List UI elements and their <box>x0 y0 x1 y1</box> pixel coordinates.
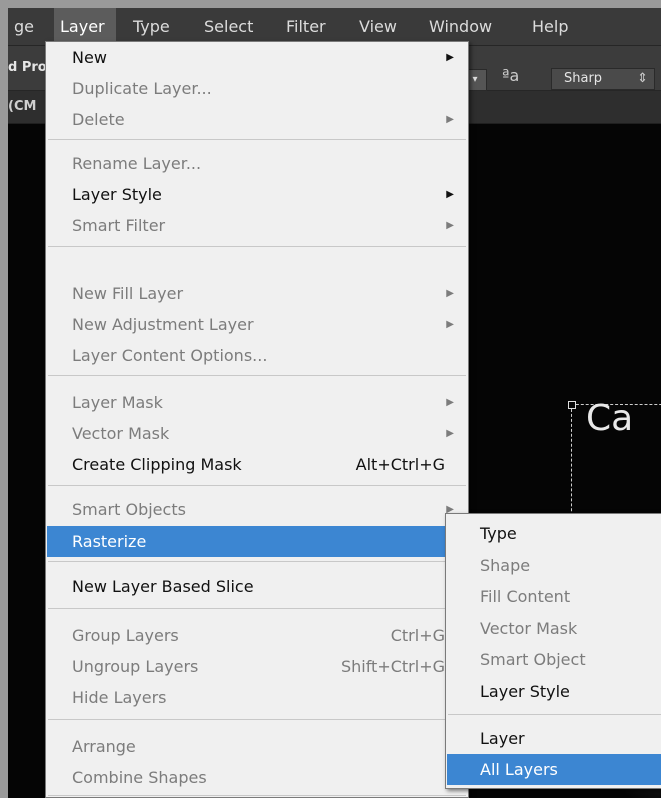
bounding-box-handle[interactable] <box>568 401 576 409</box>
antialias-select[interactable]: Sharp ⇕ <box>551 68 655 90</box>
menu-item-new[interactable]: New ▶ <box>47 42 467 73</box>
menu-separator <box>48 561 466 562</box>
submenu-arrow-icon: ▶ <box>446 189 454 200</box>
menu-item-label: Layer Mask <box>72 393 163 412</box>
menu-item-hide-layers[interactable]: Hide Layers <box>47 682 467 713</box>
menu-item-label: Group Layers <box>72 626 179 645</box>
menu-item-duplicate-layer[interactable]: Duplicate Layer... <box>47 73 467 104</box>
rasterize-submenu: Type Shape Fill Content Vector Mask Smar… <box>445 513 661 789</box>
menu-item-label: New Layer Based Slice <box>72 577 254 596</box>
menu-item-arrange[interactable]: Arrange▶ <box>47 731 467 762</box>
menu-separator <box>48 246 466 247</box>
menu-item-group-layers[interactable]: Group Layers Ctrl+G <box>47 620 467 651</box>
menu-item-label: New Adjustment Layer <box>72 315 254 334</box>
menu-item-label: Delete <box>72 110 125 129</box>
menu-item-label: Shape <box>480 556 531 575</box>
menu-item-label: Layer Content Options... <box>72 346 268 365</box>
menu-item-new-layer-based-slice[interactable]: New Layer Based Slice <box>47 571 467 602</box>
submenu-arrow-icon: ▶ <box>446 319 454 330</box>
menu-separator <box>48 719 466 720</box>
photoshop-window: ge Layer Type Select Filter View Window … <box>8 8 661 798</box>
font-family-field[interactable]: d Pro <box>8 60 47 75</box>
menu-item-label: All Layers <box>480 760 558 779</box>
menu-item-smart-objects[interactable]: Smart Objects ▶ <box>47 494 467 525</box>
menu-item-label: New Fill Layer <box>72 284 184 303</box>
menu-item-label: Rasterize <box>72 532 147 551</box>
menu-item-label: Type <box>480 524 517 543</box>
menu-type[interactable]: Type <box>127 8 189 45</box>
submenu-arrow-icon: ▶ <box>446 114 454 125</box>
submenu-item-layer[interactable]: Layer <box>447 723 661 754</box>
submenu-item-vector-mask[interactable]: Vector Mask <box>447 613 661 644</box>
menu-separator <box>448 714 661 715</box>
menu-item-new-fill-layer[interactable]: New Fill Layer ▶ <box>47 278 467 309</box>
canvas-text: Ca <box>586 398 634 439</box>
menu-help[interactable]: Help <box>526 8 586 45</box>
submenu-item-shape[interactable]: Shape <box>447 550 661 581</box>
menu-layer[interactable]: Layer <box>54 8 116 45</box>
menu-item-smart-filter[interactable]: Smart Filter ▶ <box>47 210 467 241</box>
menu-item-label: Smart Filter <box>72 216 166 235</box>
stepper-icon: ⇕ <box>637 71 648 86</box>
menu-item-label: Fill Content <box>480 587 571 606</box>
menu-window[interactable]: Window <box>423 8 513 45</box>
antialias-value: Sharp <box>564 71 603 86</box>
menu-item-rasterize[interactable]: Rasterize▶ <box>47 526 467 557</box>
submenu-item-all-layers[interactable]: All Layers <box>447 754 661 785</box>
menu-item-layer-mask[interactable]: Layer Mask ▶ <box>47 387 467 418</box>
menu-item-delete[interactable]: Delete ▶ <box>47 104 467 135</box>
menu-separator <box>48 139 466 140</box>
submenu-item-fill-content[interactable]: Fill Content <box>447 581 661 612</box>
document-tab[interactable]: (CM <box>8 99 36 114</box>
menu-view[interactable]: View <box>353 8 413 45</box>
menu-item-rename-layer[interactable]: Rename Layer... <box>47 148 467 179</box>
aa-icon: ªa <box>502 66 520 85</box>
submenu-item-smart-object[interactable]: Smart Object <box>447 644 661 675</box>
menu-item-label: Arrange <box>72 737 136 756</box>
menu-filter[interactable]: Filter <box>280 8 342 45</box>
menu-item-label: Smart Objects <box>72 500 186 519</box>
menu-item-label: Ungroup Layers <box>72 657 199 676</box>
menu-item-label: Smart Object <box>480 650 586 669</box>
menu-select[interactable]: Select <box>198 8 270 45</box>
menu-item-label: Layer Style <box>72 185 162 204</box>
menu-item-shortcut: Ctrl+G <box>390 626 445 645</box>
menu-separator <box>48 795 466 796</box>
menu-item-label: Layer <box>480 729 525 748</box>
menu-item-label: Duplicate Layer... <box>72 79 212 98</box>
menu-separator <box>48 485 466 486</box>
layer-menu: New ▶ Duplicate Layer... Delete ▶ Rename L… <box>45 41 469 798</box>
menu-item-create-clipping-mask[interactable]: Create Clipping Mask Alt+Ctrl+G <box>47 449 467 480</box>
submenu-item-layer-style[interactable]: Layer Style <box>447 676 661 707</box>
menu-separator <box>48 608 466 609</box>
menu-item-ungroup-layers[interactable]: Ungroup Layers Shift+Ctrl+G <box>47 651 467 682</box>
menu-separator <box>48 375 466 376</box>
menu-item-label: Vector Mask <box>480 619 578 638</box>
menu-item-new-adjustment-layer[interactable]: New Adjustment Layer ▶ <box>47 309 467 340</box>
submenu-arrow-icon: ▶ <box>446 288 454 299</box>
menu-item-label: Create Clipping Mask <box>72 455 242 474</box>
menu-item-label: New <box>72 48 107 67</box>
menu-item-label: Rename Layer... <box>72 154 202 173</box>
menu-image[interactable]: ge <box>8 8 46 45</box>
submenu-arrow-icon: ▶ <box>446 428 454 439</box>
menu-item-label: Combine Shapes <box>72 768 207 787</box>
menu-item-shortcut: Shift+Ctrl+G <box>340 657 445 676</box>
menu-item-label: Layer Style <box>480 682 570 701</box>
menu-item-layer-style[interactable]: Layer Style ▶ <box>47 179 467 210</box>
submenu-arrow-icon: ▶ <box>446 52 454 63</box>
submenu-arrow-icon: ▶ <box>446 220 454 231</box>
submenu-arrow-icon: ▶ <box>446 397 454 408</box>
submenu-item-type[interactable]: Type <box>447 518 661 549</box>
menu-item-combine-shapes[interactable]: Combine Shapes▶ <box>47 762 467 793</box>
menu-item-label: Hide Layers <box>72 688 167 707</box>
menu-item-shortcut: Alt+Ctrl+G <box>355 455 445 474</box>
menu-item-label: Vector Mask <box>72 424 170 443</box>
menu-item-vector-mask[interactable]: Vector Mask ▶ <box>47 418 467 449</box>
menu-item-layer-content-options[interactable]: Layer Content Options... <box>47 340 467 371</box>
